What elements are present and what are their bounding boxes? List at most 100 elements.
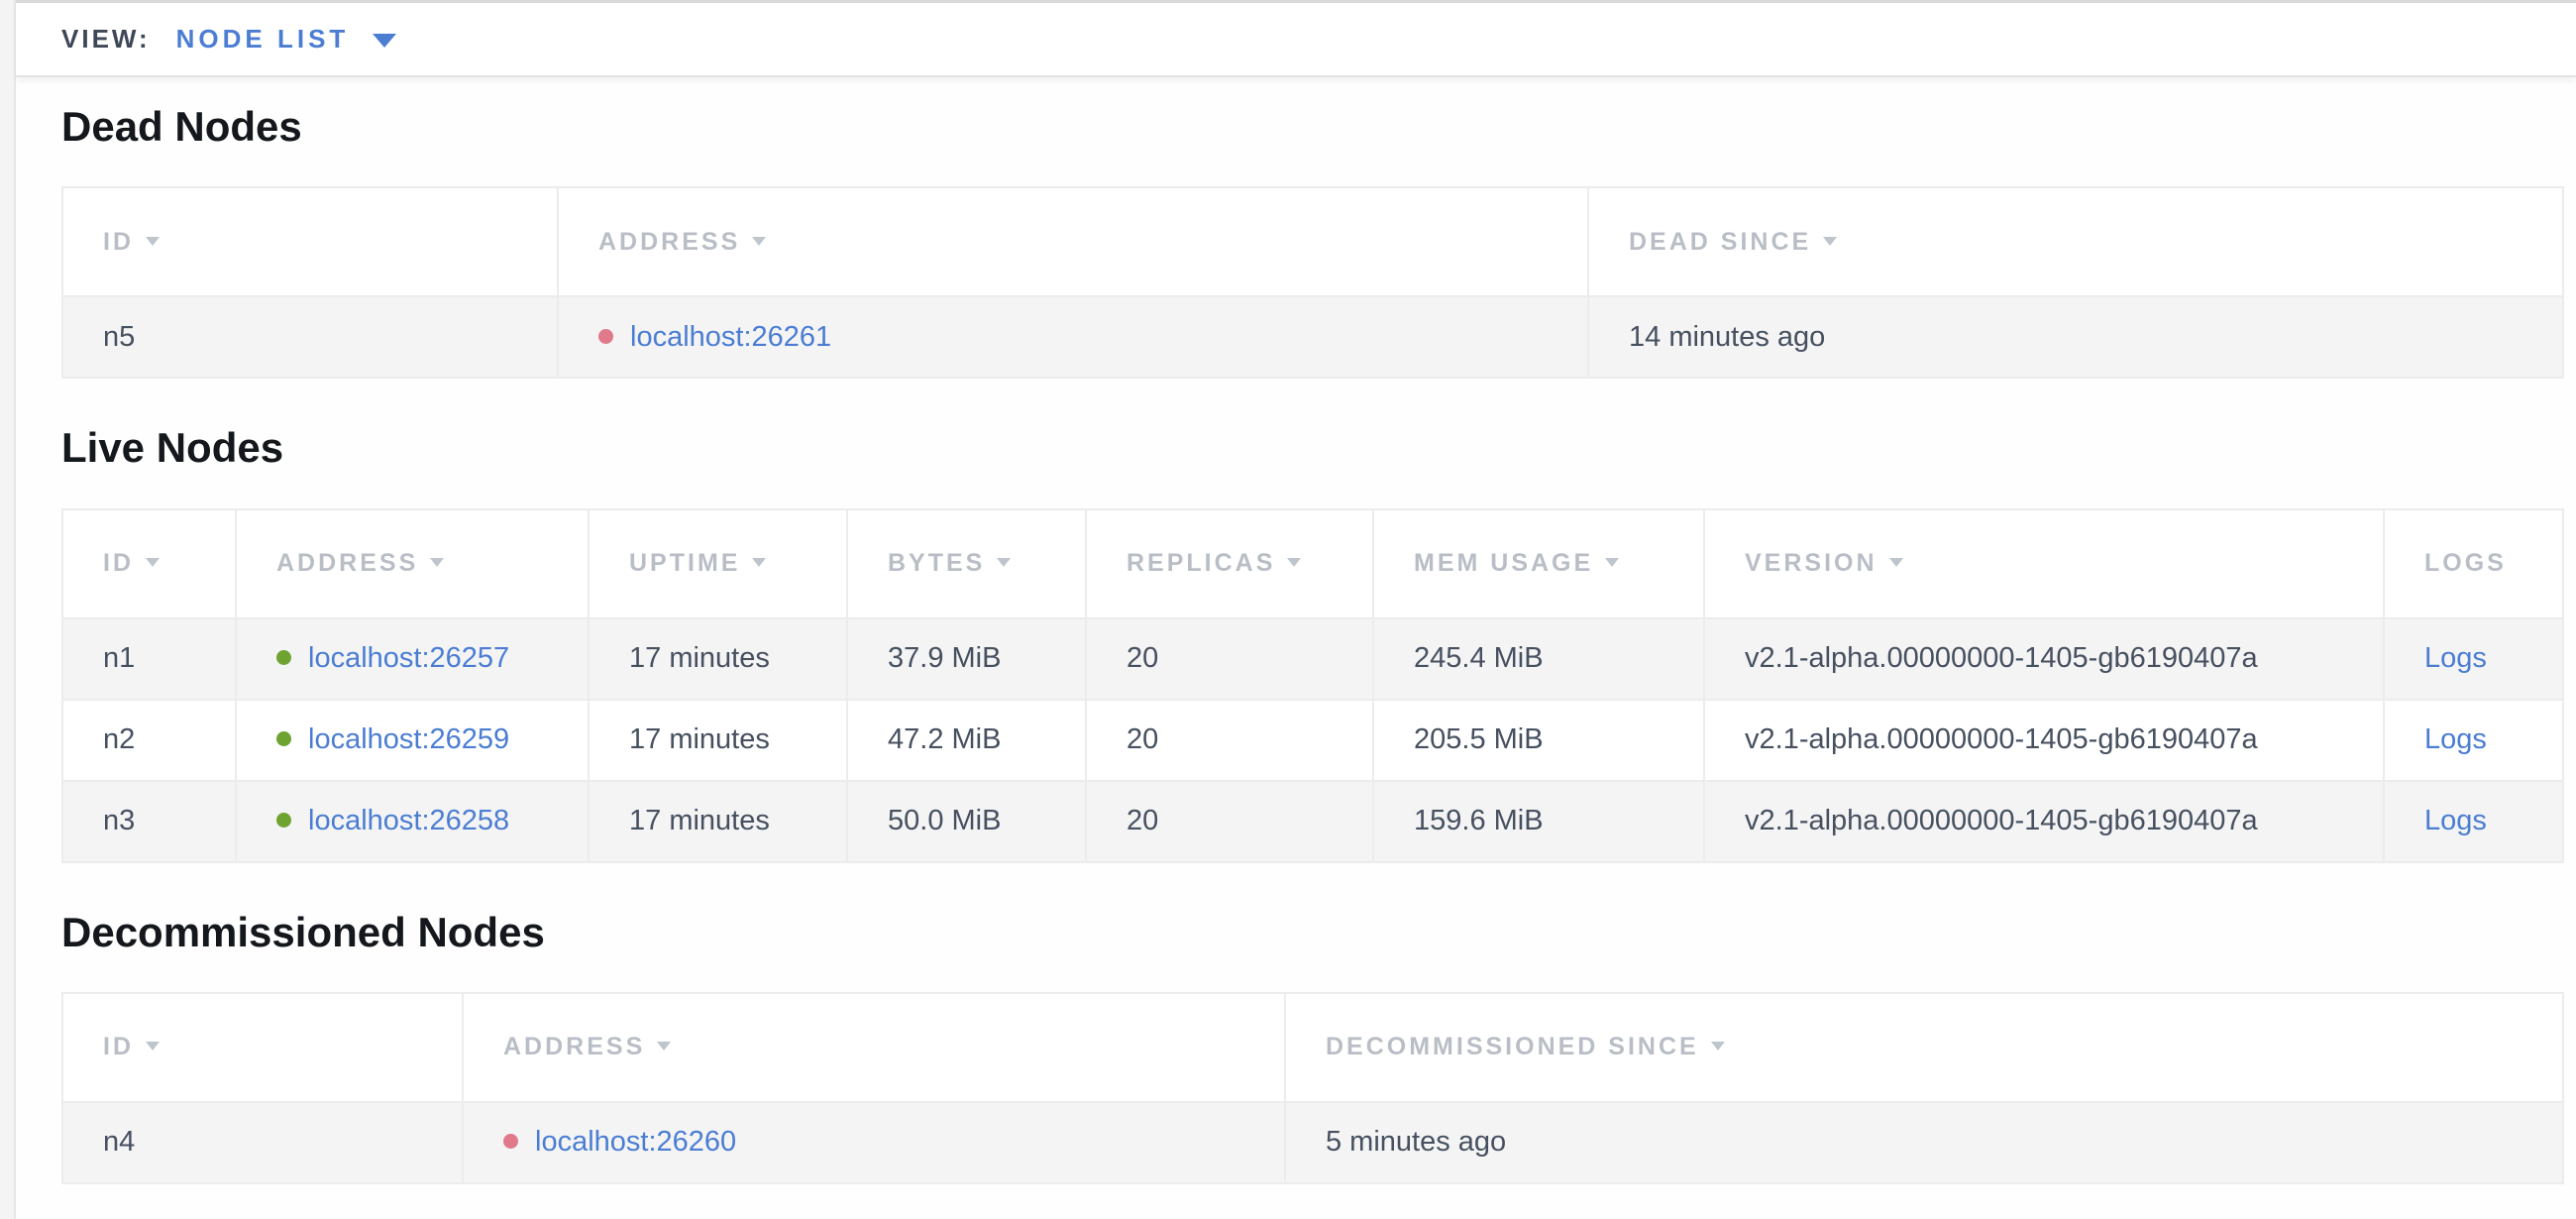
- column-header-uptime[interactable]: UPTIME: [589, 509, 847, 618]
- column-header-label: UPTIME: [629, 549, 740, 577]
- sort-arrow-icon: [1605, 558, 1619, 567]
- decommissioned-nodes-section: Decommissioned Nodes ID ADDRESS DECOMMIS…: [61, 909, 2560, 1184]
- sort-arrow-icon: [657, 1042, 671, 1051]
- table-row: n1 localhost:26257 17 minutes 37.9 MiB 2…: [62, 618, 2563, 700]
- column-header-dead-since[interactable]: DEAD SINCE: [1588, 187, 2563, 296]
- node-address-link[interactable]: localhost:26259: [308, 723, 509, 755]
- dead-since-cell: 14 minutes ago: [1588, 296, 2563, 378]
- live-status-dot-icon: [276, 731, 291, 746]
- node-id-cell: n2: [62, 700, 236, 781]
- dead-nodes-section: Dead Nodes ID ADDRESS DEAD SINCE n5 loca…: [61, 103, 2560, 379]
- column-header-label: VERSION: [1745, 549, 1878, 577]
- table-row: n2 localhost:26259 17 minutes 47.2 MiB 2…: [62, 700, 2563, 781]
- node-id-cell: n5: [62, 296, 558, 378]
- sort-arrow-icon: [146, 237, 160, 246]
- column-header-replicas[interactable]: REPLICAS: [1086, 509, 1373, 618]
- view-bar: VIEW: NODE LIST: [16, 0, 2576, 77]
- view-selector-dropdown[interactable]: NODE LIST: [176, 24, 397, 55]
- logs-link[interactable]: Logs: [2424, 642, 2487, 674]
- column-header-label: LOGS: [2424, 549, 2507, 577]
- live-nodes-table: ID ADDRESS UPTIME BYTES REPLICAS MEM USA…: [61, 508, 2564, 863]
- sort-arrow-icon: [1287, 558, 1301, 567]
- decommissioned-nodes-title: Decommissioned Nodes: [61, 909, 2560, 956]
- table-header-row: ID ADDRESS UPTIME BYTES REPLICAS MEM USA…: [62, 509, 2563, 618]
- sort-arrow-icon: [752, 237, 766, 246]
- node-id-cell: n4: [62, 1102, 463, 1183]
- node-address-link[interactable]: localhost:26260: [535, 1126, 736, 1158]
- column-header-bytes[interactable]: BYTES: [847, 509, 1086, 618]
- column-header-label: ADDRESS: [598, 228, 740, 256]
- column-header-address[interactable]: ADDRESS: [463, 993, 1285, 1102]
- mem-usage-cell: 159.6 MiB: [1373, 781, 1704, 862]
- node-id-cell: n3: [62, 781, 236, 862]
- column-header-mem-usage[interactable]: MEM USAGE: [1373, 509, 1704, 618]
- column-header-logs: LOGS: [2384, 509, 2563, 618]
- uptime-cell: 17 minutes: [589, 781, 847, 862]
- node-address-cell: localhost:26258: [236, 781, 589, 862]
- view-label: VIEW:: [61, 24, 151, 55]
- logs-cell: Logs: [2384, 700, 2563, 781]
- column-header-label: DECOMMISSIONED SINCE: [1326, 1033, 1699, 1060]
- version-cell: v2.1-alpha.00000000-1405-gb6190407a: [1704, 700, 2384, 781]
- node-address-cell: localhost:26261: [558, 296, 1588, 378]
- mem-usage-cell: 245.4 MiB: [1373, 618, 1704, 700]
- decommissioned-nodes-table: ID ADDRESS DECOMMISSIONED SINCE n4 local…: [61, 992, 2564, 1184]
- bytes-cell: 50.0 MiB: [847, 781, 1086, 862]
- view-selected-value: NODE LIST: [176, 24, 350, 55]
- column-header-id[interactable]: ID: [62, 993, 463, 1102]
- node-address-cell: localhost:26259: [236, 700, 589, 781]
- mem-usage-cell: 205.5 MiB: [1373, 700, 1704, 781]
- table-header-row: ID ADDRESS DECOMMISSIONED SINCE: [62, 993, 2563, 1102]
- replicas-cell: 20: [1086, 618, 1373, 700]
- version-cell: v2.1-alpha.00000000-1405-gb6190407a: [1704, 618, 2384, 700]
- logs-cell: Logs: [2384, 781, 2563, 862]
- dead-nodes-table: ID ADDRESS DEAD SINCE n5 localhost:26261…: [61, 186, 2564, 379]
- column-header-decommissioned-since[interactable]: DECOMMISSIONED SINCE: [1285, 993, 2563, 1102]
- decommissioned-since-cell: 5 minutes ago: [1285, 1102, 2563, 1183]
- uptime-cell: 17 minutes: [589, 700, 847, 781]
- sort-arrow-icon: [146, 558, 160, 567]
- live-nodes-section: Live Nodes ID ADDRESS UPTIME BYTES REPLI…: [61, 424, 2560, 862]
- node-address-link[interactable]: localhost:26257: [308, 642, 509, 674]
- node-id-cell: n1: [62, 618, 236, 700]
- logs-link[interactable]: Logs: [2424, 723, 2487, 755]
- column-header-id[interactable]: ID: [62, 509, 236, 618]
- live-nodes-title: Live Nodes: [61, 424, 2560, 472]
- column-header-label: BYTES: [888, 549, 985, 577]
- table-row: n3 localhost:26258 17 minutes 50.0 MiB 2…: [62, 781, 2563, 862]
- table-row: n5 localhost:26261 14 minutes ago: [62, 296, 2563, 378]
- logs-link[interactable]: Logs: [2424, 805, 2487, 836]
- node-address-link[interactable]: localhost:26258: [308, 805, 509, 836]
- column-header-address[interactable]: ADDRESS: [558, 187, 1588, 296]
- sort-arrow-icon: [146, 1042, 160, 1051]
- decommissioned-status-dot-icon: [503, 1134, 518, 1149]
- column-header-label: ID: [103, 549, 134, 577]
- bytes-cell: 37.9 MiB: [847, 618, 1086, 700]
- logs-cell: Logs: [2384, 618, 2563, 700]
- column-header-label: DEAD SINCE: [1629, 228, 1811, 256]
- node-address-link[interactable]: localhost:26261: [630, 321, 831, 353]
- node-address-cell: localhost:26260: [463, 1102, 1285, 1183]
- sort-arrow-icon: [1711, 1042, 1725, 1051]
- sort-arrow-icon: [430, 558, 444, 567]
- bytes-cell: 47.2 MiB: [847, 700, 1086, 781]
- dead-nodes-title: Dead Nodes: [61, 103, 2560, 151]
- chevron-down-icon: [373, 34, 396, 48]
- column-header-id[interactable]: ID: [62, 187, 558, 296]
- sort-arrow-icon: [1823, 237, 1837, 246]
- column-header-address[interactable]: ADDRESS: [236, 509, 589, 618]
- main-panel: VIEW: NODE LIST Dead Nodes ID ADDRESS DE…: [14, 0, 2576, 1219]
- version-cell: v2.1-alpha.00000000-1405-gb6190407a: [1704, 781, 2384, 862]
- table-header-row: ID ADDRESS DEAD SINCE: [62, 187, 2563, 296]
- column-header-label: MEM USAGE: [1414, 549, 1593, 577]
- column-header-label: ADDRESS: [503, 1033, 645, 1060]
- column-header-version[interactable]: VERSION: [1704, 509, 2384, 618]
- column-header-label: ID: [103, 1033, 134, 1060]
- sort-arrow-icon: [997, 558, 1011, 567]
- replicas-cell: 20: [1086, 700, 1373, 781]
- dead-status-dot-icon: [598, 329, 613, 344]
- uptime-cell: 17 minutes: [589, 618, 847, 700]
- node-address-cell: localhost:26257: [236, 618, 589, 700]
- live-status-dot-icon: [276, 813, 291, 828]
- node-list-content: Dead Nodes ID ADDRESS DEAD SINCE n5 loca…: [16, 103, 2576, 1184]
